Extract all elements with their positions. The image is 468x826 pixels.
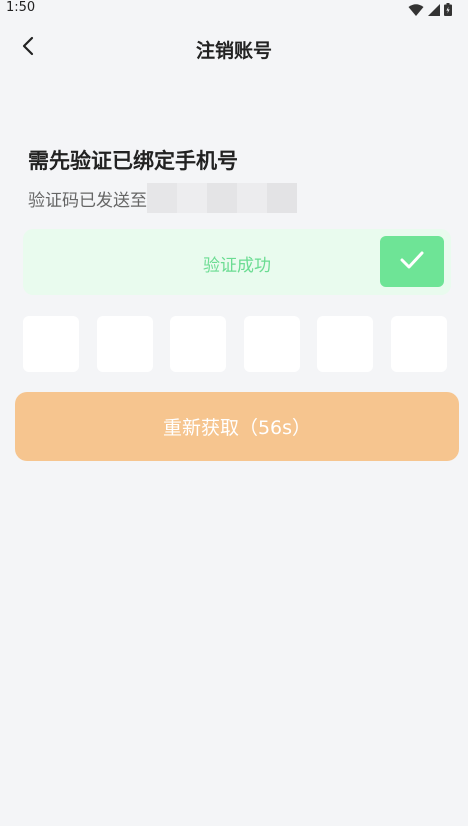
verify-heading: 需先验证已绑定手机号 (28, 149, 238, 173)
nav-bar: 注销账号 (0, 24, 468, 72)
page-title: 注销账号 (195, 40, 272, 62)
code-digit-box[interactable] (391, 316, 447, 372)
code-digit-box[interactable] (317, 316, 373, 372)
code-digit-box[interactable] (170, 316, 226, 372)
code-sent-line: 验证码已发送至 (28, 183, 297, 213)
masked-phone-number (147, 183, 297, 213)
wifi-icon (408, 1, 424, 20)
verify-status-bar: 验证成功 (23, 229, 451, 295)
cellular-signal-icon (428, 1, 440, 20)
status-bar: 1:50 (0, 0, 468, 16)
resend-code-button[interactable]: 重新获取（56s） (15, 392, 459, 461)
status-time: 1:50 (6, 0, 36, 15)
status-icons (408, 1, 452, 20)
code-sent-text: 验证码已发送至 (28, 190, 147, 211)
battery-icon (444, 1, 452, 20)
code-input-row (23, 316, 447, 372)
code-digit-box[interactable] (23, 316, 79, 372)
check-icon (399, 250, 425, 274)
code-digit-box[interactable] (97, 316, 153, 372)
code-digit-box[interactable] (244, 316, 300, 372)
verify-success-badge (380, 236, 444, 287)
